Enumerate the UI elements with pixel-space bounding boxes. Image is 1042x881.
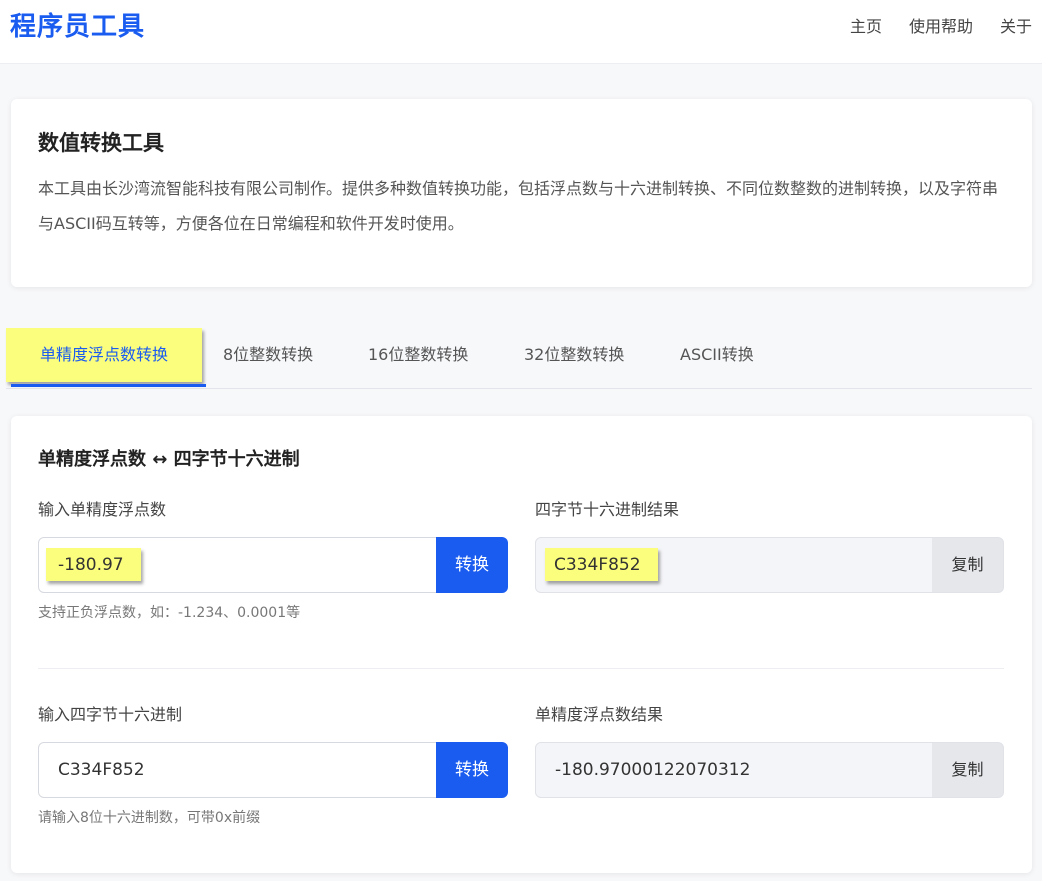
top-nav: 主页 使用帮助 关于 [823, 15, 1032, 39]
float-result-value: -180.97000122070312 [555, 760, 751, 780]
float-input-field[interactable]: -180.97 [38, 537, 437, 593]
hex-to-float-convert-button[interactable]: 转换 [436, 742, 508, 798]
float-input-hint: 支持正负浮点数，如：-1.234、0.0001等 [38, 605, 301, 621]
hex-result-field[interactable]: C334F852 [535, 537, 933, 593]
copy-hex-button[interactable]: 复制 [932, 537, 1004, 593]
section-divider [38, 668, 1004, 669]
converter-tabs: 单精度浮点数转换 8位整数转换 16位整数转换 32位整数转换 ASCII转换 [6, 328, 1032, 389]
intro-description: 本工具由长沙湾流智能科技有限公司制作。提供多种数值转换功能，包括浮点数与十六进制… [38, 179, 999, 233]
hex-result-highlight: C334F852 [545, 548, 658, 581]
tab-int16-conversion[interactable]: 16位整数转换 [368, 328, 468, 388]
active-tab-indicator [11, 384, 206, 387]
page-title: 数值转换工具 [38, 131, 164, 155]
hex-input-field[interactable]: C334F852 [38, 742, 437, 798]
tab-float-conversion[interactable]: 单精度浮点数转换 [6, 328, 202, 382]
nav-home-link[interactable]: 主页 [850, 15, 882, 39]
nav-help-link[interactable]: 使用帮助 [909, 15, 973, 39]
top-navbar: 程序员工具 主页 使用帮助 关于 [0, 0, 1042, 64]
float-input-value: -180.97 [58, 555, 124, 575]
hex-input-value: C334F852 [58, 760, 145, 780]
tab-ascii-conversion[interactable]: ASCII转换 [680, 328, 754, 388]
float-converter-panel: 单精度浮点数 ↔ 四字节十六进制 输入单精度浮点数 -180.97 转换 支持正… [11, 416, 1032, 873]
float-to-hex-convert-button[interactable]: 转换 [436, 537, 508, 593]
tab-int8-conversion[interactable]: 8位整数转换 [223, 328, 313, 388]
float-result-field[interactable]: -180.97000122070312 [535, 742, 933, 798]
panel-title: 单精度浮点数 ↔ 四字节十六进制 [38, 449, 300, 470]
hex-input-label: 输入四字节十六进制 [38, 705, 183, 724]
tab-int32-conversion[interactable]: 32位整数转换 [524, 328, 624, 388]
hex-result-value: C334F852 [554, 555, 641, 575]
copy-float-button[interactable]: 复制 [932, 742, 1004, 798]
intro-card: 数值转换工具 本工具由长沙湾流智能科技有限公司制作。提供多种数值转换功能，包括浮… [11, 99, 1032, 287]
float-input-highlight: -180.97 [46, 548, 141, 581]
float-result-label: 单精度浮点数结果 [535, 705, 664, 724]
brand-logo[interactable]: 程序员工具 [10, 10, 145, 44]
hex-result-label: 四字节十六进制结果 [535, 500, 680, 519]
hex-input-hint: 请输入8位十六进制数，可带0x前缀 [38, 810, 261, 826]
nav-about-link[interactable]: 关于 [1000, 15, 1032, 39]
float-input-label: 输入单精度浮点数 [38, 500, 167, 519]
